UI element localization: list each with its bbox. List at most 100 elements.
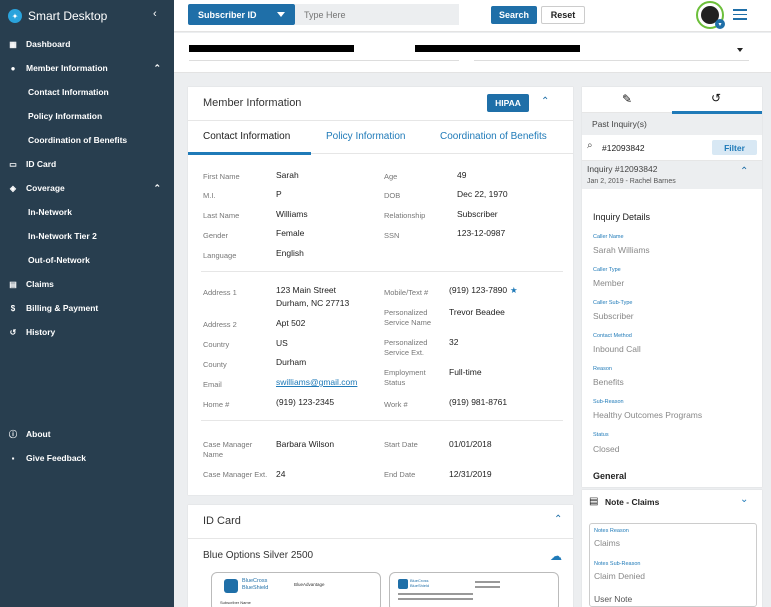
bcbs-logo-icon: [224, 579, 238, 593]
first-name-value: Sarah: [276, 170, 299, 180]
caller-name-label: Caller Name: [593, 234, 624, 240]
inquiry-panel: ✎ ↺ Past Inquiry(s) ⌕ Filter Inquiry #12…: [582, 87, 762, 487]
county-value: Durham: [276, 357, 307, 367]
chevron-down-icon[interactable]: ⌄: [740, 494, 748, 505]
email-link[interactable]: swilliams@gmail.com: [276, 377, 357, 387]
sidebar-item-contact-information[interactable]: Contact Information: [0, 80, 174, 104]
sidebar-item-label: ID Card: [26, 159, 57, 169]
mi-value: P: [276, 189, 282, 199]
card-front-product: BlueAdvantage: [294, 582, 325, 587]
address2-value: Apt 502: [276, 318, 306, 328]
brand: ✦ Smart Desktop ‹: [0, 0, 174, 32]
ssn-label: SSN: [384, 231, 400, 240]
end-date-label: End Date: [384, 470, 416, 479]
pencil-icon[interactable]: ✎: [622, 92, 632, 106]
chevron-up-icon[interactable]: ⌃: [740, 166, 748, 177]
sidebar-item-label: Member Information: [26, 63, 108, 73]
end-date-value: 12/31/2019: [449, 469, 492, 479]
tab-policy-information[interactable]: Policy Information: [326, 131, 405, 142]
case-manager-value: Barbara Wilson: [276, 439, 335, 449]
country-label: Country: [203, 340, 230, 349]
card-text-line: [475, 581, 500, 583]
home-label: Home #: [203, 400, 230, 409]
sidebar-item-give-feedback[interactable]: ▪ Give Feedback: [0, 446, 174, 470]
employment-value: Full-time: [449, 367, 482, 377]
dashboard-icon: ▦: [9, 39, 17, 49]
sidebar-item-label: Policy Information: [28, 111, 103, 121]
filter-button[interactable]: Filter: [712, 140, 757, 155]
chevron-up-icon: ⌃: [153, 182, 161, 193]
sidebar-item-member-information[interactable]: ● Member Information ⌃: [0, 56, 174, 80]
personalized-ext-value: 32: [449, 337, 459, 347]
mobile-label: Mobile/Text #: [384, 288, 429, 297]
search-button[interactable]: Search: [491, 6, 537, 24]
sidebar-item-coverage[interactable]: ◈ Coverage ⌃: [0, 176, 174, 200]
search-icon: ⌕: [587, 140, 593, 151]
sidebar-item-label: Billing & Payment: [26, 303, 99, 313]
id-card-front[interactable]: BlueCross BlueShield BlueAdvantage Subsc…: [211, 572, 381, 607]
chevron-up-icon[interactable]: ⌃: [541, 96, 549, 107]
sidebar-item-dashboard[interactable]: ▦ Dashboard: [0, 32, 174, 56]
reset-button[interactable]: Reset: [541, 6, 585, 24]
age-value: 49: [457, 170, 467, 180]
divider: [201, 271, 563, 272]
tab-coordination-of-benefits[interactable]: Coordination of Benefits: [440, 131, 547, 142]
note-title: Note - Claims: [605, 497, 660, 507]
hamburger-menu-icon[interactable]: [733, 9, 747, 23]
notes-sub-reason-field[interactable]: Claim Denied: [594, 571, 645, 581]
sidebar-item-label: Contact Information: [28, 87, 109, 97]
notes-reason-field[interactable]: Claims: [594, 538, 620, 548]
avatar[interactable]: ▾: [696, 1, 725, 29]
sidebar-item-label: Give Feedback: [26, 453, 87, 463]
inquiry-tabs: ✎ ↺: [582, 87, 762, 114]
personalized-name-value: Trevor Beadee: [449, 307, 505, 317]
card-front-label: Subscriber Name: [220, 600, 251, 605]
search-input[interactable]: [295, 4, 459, 25]
inquiry-search-input[interactable]: [602, 140, 702, 156]
sidebar-item-label: Dashboard: [26, 39, 71, 49]
search-type-select[interactable]: Subscriber ID: [188, 4, 295, 25]
sidebar-item-label: About: [26, 429, 51, 439]
app: ✦ Smart Desktop ‹ ▦ Dashboard ● Member I…: [0, 0, 771, 607]
sidebar-item-out-of-network[interactable]: Out-of-Network: [0, 248, 174, 272]
first-name-label: First Name: [203, 172, 240, 181]
ssn-value: 123-12-0987: [457, 228, 506, 238]
sidebar-item-history[interactable]: ↺ History: [0, 320, 174, 344]
user-note-field[interactable]: User Note: [594, 594, 632, 604]
id-card-title: ID Card: [203, 515, 241, 527]
sidebar-item-coordination-of-benefits[interactable]: Coordination of Benefits: [0, 128, 174, 152]
active-tab-indicator: [672, 111, 762, 114]
address1-line1-value: 123 Main Street: [276, 285, 337, 295]
county-label: County: [203, 360, 227, 369]
sidebar-item-in-network-tier-2[interactable]: In-Network Tier 2: [0, 224, 174, 248]
tab-contact-information[interactable]: Contact Information: [203, 131, 290, 142]
sidebar-item-claims[interactable]: ▤ Claims: [0, 272, 174, 296]
caret-down-icon[interactable]: [737, 48, 743, 52]
sidebar-item-about[interactable]: ⓘ About: [0, 422, 174, 446]
caller-subtype-value: Subscriber: [593, 311, 634, 321]
sidebar-item-policy-information[interactable]: Policy Information: [0, 104, 174, 128]
sidebar-item-id-card[interactable]: ▭ ID Card: [0, 152, 174, 176]
search-type-value: Subscriber ID: [198, 9, 257, 20]
contact-method-label: Contact Method: [593, 333, 632, 339]
star-icon[interactable]: ★: [510, 285, 518, 296]
status-value: Closed: [593, 444, 620, 454]
cloud-download-icon[interactable]: ☁: [550, 549, 562, 563]
caret-down-icon: [277, 12, 285, 17]
divider: [189, 60, 459, 61]
sidebar-item-billing-payment[interactable]: $ Billing & Payment: [0, 296, 174, 320]
hipaa-button[interactable]: HIPAA: [487, 94, 529, 112]
active-tab-indicator: [188, 152, 311, 155]
caller-type-value: Member: [593, 278, 625, 288]
inquiry-header[interactable]: Inquiry #12093842 Jan 2, 2019 - Rachel B…: [582, 161, 762, 189]
sidebar-item-in-network[interactable]: In-Network: [0, 200, 174, 224]
dollar-icon: $: [10, 303, 16, 313]
collapse-sidebar-icon[interactable]: ‹: [153, 8, 157, 20]
card-back-brand: BlueCross BlueShield: [410, 578, 430, 588]
reason-label: Reason: [593, 366, 612, 372]
inquiry-search-row: ⌕ Filter: [582, 135, 762, 161]
chevron-up-icon[interactable]: ⌃: [554, 514, 562, 525]
history-icon[interactable]: ↺: [711, 91, 721, 105]
id-card-back[interactable]: BlueCross BlueShield: [389, 572, 559, 607]
card-front-brand: BlueCross BlueShield: [242, 578, 269, 591]
